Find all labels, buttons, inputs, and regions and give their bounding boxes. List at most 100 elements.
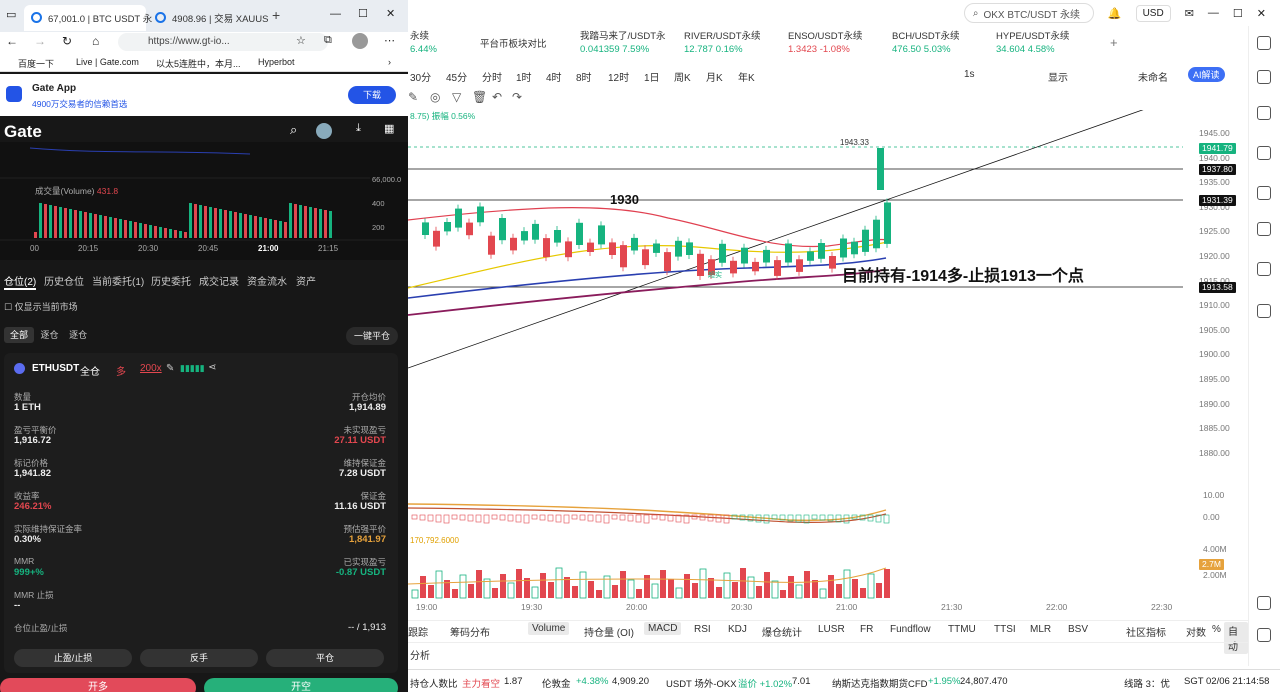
tf-item[interactable]: 1日 (644, 69, 660, 84)
ticker-item[interactable]: 平台币板块对比 (480, 38, 547, 51)
ind-item[interactable]: MLR (1030, 624, 1051, 635)
filter-cross[interactable]: 逐仓 (65, 327, 91, 343)
tf-item[interactable]: 年K (738, 69, 755, 84)
tf-item[interactable]: 周K (674, 69, 691, 84)
link-icon[interactable] (1257, 304, 1271, 318)
mini-chart[interactable] (0, 142, 408, 260)
filter-all[interactable]: 全部 (4, 327, 35, 343)
grid-icon[interactable]: ▦ (384, 122, 394, 135)
tf-item[interactable]: 1时 (516, 69, 532, 84)
ind-item[interactable]: 跟踪 (408, 624, 428, 639)
ind-item[interactable]: MACD (644, 622, 682, 635)
maximize-icon[interactable]: ☐ (1233, 7, 1243, 20)
open-long-button[interactable]: 开多 (0, 678, 196, 692)
favorite-icon[interactable]: ☆ (296, 34, 306, 47)
minimize-icon[interactable]: — (330, 8, 341, 20)
ind-item[interactable]: 筹码分布 (450, 624, 490, 639)
bot-icon[interactable] (1257, 262, 1271, 276)
reload-icon[interactable]: ↻ (62, 34, 72, 48)
close-icon[interactable]: ✕ (1257, 7, 1266, 20)
open-short-button[interactable]: 开空 (204, 678, 398, 692)
grid-icon[interactable] (1257, 596, 1271, 610)
tab-history-positions[interactable]: 历史仓位 (44, 273, 84, 288)
ticker-item[interactable]: 我踏马来了/USDT永 0.041359 7.59% (580, 30, 666, 56)
currency-select[interactable]: USD (1135, 4, 1171, 22)
share-icon[interactable]: ⋖ (208, 362, 216, 373)
tf-item[interactable]: 4时 (546, 69, 562, 84)
ticker-item[interactable]: ENSO/USDT永续 1.3423 -1.08% (788, 30, 862, 56)
ticker-item[interactable]: RIVER/USDT永续 12.787 0.16% (684, 30, 761, 56)
search-icon[interactable]: ⌕ (290, 122, 297, 138)
community-indicators[interactable]: 社区指标 (1126, 624, 1166, 639)
ind-item[interactable]: LUSR (818, 624, 845, 635)
ticker-item[interactable]: HYPE/USDT永续 34.604 4.58% (996, 30, 1069, 56)
ind-item[interactable]: BSV (1068, 624, 1088, 635)
leverage-button[interactable]: 200x (140, 363, 162, 374)
ticker-item[interactable]: 永续 6.44% (410, 30, 437, 56)
magnet-icon[interactable]: ◎ (430, 90, 440, 104)
ai-button[interactable]: AI解读 (1188, 67, 1225, 82)
tab-xau[interactable]: 4908.96 | 交易 XAUUS (148, 5, 268, 31)
edit-icon[interactable]: ✎ (166, 363, 174, 374)
display-toggle[interactable]: 显示 (1048, 69, 1068, 84)
maximize-icon[interactable]: ☐ (358, 7, 368, 20)
tf-item[interactable]: 分时 (482, 69, 502, 84)
stats-icon[interactable] (1257, 146, 1271, 160)
new-tab-icon[interactable]: + (272, 7, 280, 23)
tab-funding[interactable]: 资金流水 (247, 273, 287, 288)
ind-item[interactable]: Volume (528, 622, 570, 635)
layout-select[interactable]: 未命名 (1138, 69, 1168, 84)
forward-icon[interactable]: → (34, 34, 46, 48)
bookmark[interactable]: 百度一下 (18, 57, 54, 70)
tab-trades[interactable]: 成交记录 (199, 273, 239, 288)
tf-item[interactable]: 30分 (410, 69, 431, 84)
draw-icon[interactable]: ✎ (408, 90, 418, 104)
tab-positions[interactable]: 仓位(2) (4, 273, 37, 290)
interval-1s[interactable]: 1s (964, 69, 975, 80)
filter-isolated[interactable]: 逐仓 (37, 327, 63, 343)
ind-item[interactable]: Fundflow (890, 624, 931, 635)
tab-assets[interactable]: 资产 (296, 273, 316, 288)
redo-icon[interactable]: ↷ (512, 90, 522, 104)
candlestick-chart[interactable] (408, 110, 1248, 620)
avatar[interactable] (316, 123, 332, 139)
close-button[interactable]: 平仓 (266, 649, 384, 667)
close-icon[interactable]: ✕ (386, 7, 395, 20)
tf-item[interactable]: 45分 (446, 69, 467, 84)
ind-item[interactable]: FR (860, 624, 873, 635)
ticker-item[interactable]: BCH/USDT永续 476.50 5.03% (892, 30, 960, 56)
bookmark[interactable]: Hyperbot (258, 57, 295, 67)
bell-icon[interactable]: 🔔 (1108, 7, 1122, 20)
chart-icon[interactable] (1257, 186, 1271, 200)
tab-btc[interactable]: 67,001.0 | BTC USDT 永 (24, 5, 152, 31)
undo-icon[interactable]: ↶ (492, 90, 502, 104)
ind-item[interactable]: RSI (694, 624, 711, 635)
add-ticker-icon[interactable]: + (1110, 36, 1118, 49)
ind-item[interactable]: 爆仓统计 (762, 624, 802, 639)
filter-icon[interactable]: ▽ (452, 90, 461, 104)
orderbook-icon[interactable] (1257, 70, 1271, 84)
tf-item[interactable]: 8时 (576, 69, 592, 84)
tab-actions-icon[interactable]: ▭ (6, 8, 16, 21)
doc-icon[interactable] (1257, 106, 1271, 120)
profile-avatar[interactable] (352, 33, 368, 49)
only-current-checkbox[interactable]: ☐ 仅显示当前市场 (4, 300, 78, 313)
more-icon[interactable]: ⋯ (384, 34, 395, 47)
tab-order-history[interactable]: 历史委托 (151, 273, 191, 288)
minimize-icon[interactable]: — (1208, 7, 1219, 19)
panel-icon[interactable] (1257, 36, 1271, 50)
log-toggle[interactable]: 对数 (1186, 624, 1206, 639)
download-button[interactable]: 下载 (348, 86, 396, 104)
home-icon[interactable]: ⌂ (92, 34, 99, 48)
ind-item[interactable]: TTMU (948, 624, 976, 635)
search-input[interactable]: ⌕ OKX BTC/USDT 永续 (963, 3, 1094, 23)
gate-logo[interactable]: Gate (4, 122, 42, 142)
bookmark[interactable]: Live | Gate.com (76, 57, 139, 67)
tab-open-orders[interactable]: 当前委托(1) (92, 273, 144, 288)
reverse-button[interactable]: 反手 (140, 649, 258, 667)
ind-item[interactable]: 持仓量 (OI) (584, 624, 634, 639)
mail-icon[interactable]: ✉ (1185, 7, 1194, 20)
trash-icon[interactable]: 🗑 (472, 90, 487, 104)
tf-item[interactable]: 月K (706, 69, 723, 84)
tpsl-button[interactable]: 止盈/止损 (14, 649, 132, 667)
